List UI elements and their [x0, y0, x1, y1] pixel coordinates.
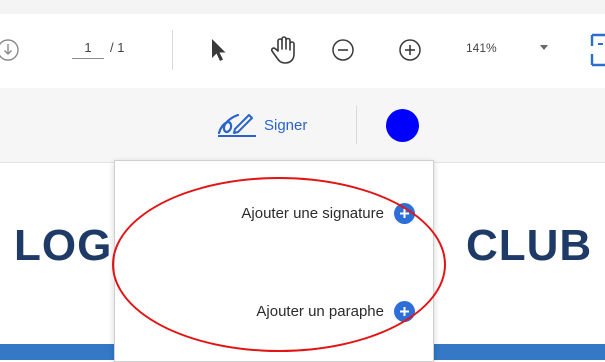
select-arrow-icon[interactable]	[206, 36, 230, 64]
chevron-down-icon[interactable]	[540, 45, 548, 50]
zoom-out-icon[interactable]	[329, 36, 357, 64]
ink-color-picker[interactable]	[386, 109, 419, 142]
document-title-left: LOG	[14, 221, 113, 270]
fit-page-icon[interactable]	[588, 32, 605, 68]
zoom-level[interactable]: 141%	[466, 38, 497, 58]
hand-tool-icon[interactable]	[268, 34, 298, 66]
page-number-input[interactable]: 1	[72, 38, 104, 59]
top-strip	[0, 0, 605, 14]
signer-button[interactable]: Signer	[216, 110, 307, 140]
main-toolbar: 1 / 1 141%	[0, 14, 605, 89]
page-total: / 1	[110, 40, 125, 55]
sign-toolbar-divider	[356, 106, 357, 144]
pen-signature-icon	[216, 111, 258, 139]
zoom-in-icon[interactable]	[396, 36, 424, 64]
signer-label: Signer	[264, 116, 308, 134]
document-title-right: CLUB	[466, 221, 593, 270]
download-icon[interactable]	[0, 37, 26, 63]
red-highlight-ellipse	[112, 177, 446, 352]
toolbar-divider	[172, 30, 173, 70]
